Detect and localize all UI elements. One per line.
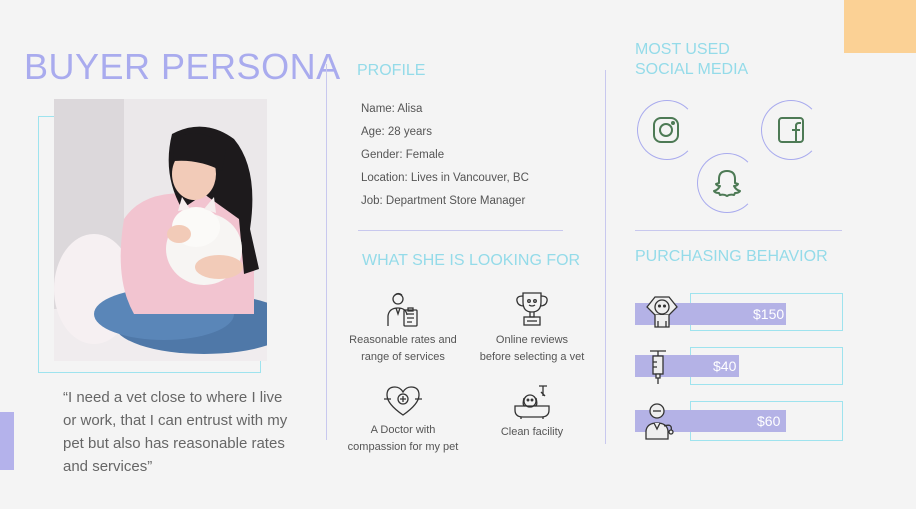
syringe-icon [650, 350, 666, 384]
dog-bath-icon [514, 385, 550, 419]
persona-photo [54, 99, 267, 361]
social-heading: MOST USED SOCIAL MEDIA [635, 40, 748, 80]
vet-doctor-icon [645, 403, 674, 440]
profile-gender: Gender: Female [361, 149, 445, 161]
purchase-row-1: $150 [635, 293, 843, 331]
purchasing-heading: PURCHASING BEHAVIOR [635, 248, 828, 265]
instagram-icon [653, 117, 679, 143]
need-label-reviews-1: Online reviews [495, 334, 569, 346]
dog-cone-icon [646, 296, 678, 328]
profile-job: Job: Department Store Manager [361, 195, 526, 207]
need-item-doctor: A Doctor with compassion for my pet [338, 384, 468, 456]
snapchat-icon [713, 170, 741, 197]
profile-name: Name: Alisa [361, 103, 423, 115]
left-accent-bar [0, 412, 14, 470]
profile-divider [358, 230, 563, 231]
social-divider [635, 230, 842, 231]
heart-care-icon [384, 386, 422, 416]
trophy-icon [516, 292, 548, 326]
need-label-rates-1: Reasonable rates and [349, 334, 457, 346]
purchase-row-3: $60 [635, 401, 843, 441]
need-label-reviews-2: before selecting a vet [479, 351, 585, 363]
need-label-doctor-2: compassion for my pet [347, 441, 459, 453]
divider-left [326, 64, 327, 440]
need-label-doctor-1: A Doctor with [370, 424, 436, 436]
profile-list: Name: Alisa Age: 28 years Gender: Female… [361, 98, 529, 213]
facebook-badge[interactable] [761, 100, 821, 160]
need-item-rates: Reasonable rates and range of services [338, 290, 468, 366]
persona-quote: “I need a vet close to where I live or w… [63, 389, 288, 475]
doctor-clipboard-icon [387, 292, 418, 327]
need-label-clean-1: Clean facility [500, 426, 564, 438]
divider-right [605, 70, 606, 444]
need-label-rates-2: range of services [361, 351, 445, 363]
social-heading-line-2: SOCIAL MEDIA [635, 61, 749, 78]
instagram-badge[interactable] [637, 100, 697, 160]
looking-for-heading: WHAT SHE IS LOOKING FOR [362, 252, 581, 269]
purchase-value-1: $150 [753, 306, 785, 322]
need-item-reviews: Online reviews before selecting a vet [467, 290, 597, 366]
purchase-value-2: $40 [713, 358, 737, 374]
facebook-icon [778, 117, 804, 143]
corner-accent [844, 0, 916, 53]
need-item-clean: Clean facility [467, 384, 597, 441]
snapchat-badge[interactable] [697, 153, 757, 213]
social-heading-line-1: MOST USED [635, 41, 730, 58]
persona-slide: BUYER PERSONA “I need a vet close to whe… [0, 0, 916, 509]
profile-heading: PROFILE [357, 62, 426, 79]
purchase-row-2: $40 [635, 347, 843, 385]
profile-location: Location: Lives in Vancouver, BC [361, 172, 529, 184]
purchase-value-3: $60 [757, 413, 781, 429]
page-title: BUYER PERSONA [24, 46, 341, 87]
profile-age: Age: 28 years [361, 126, 432, 138]
